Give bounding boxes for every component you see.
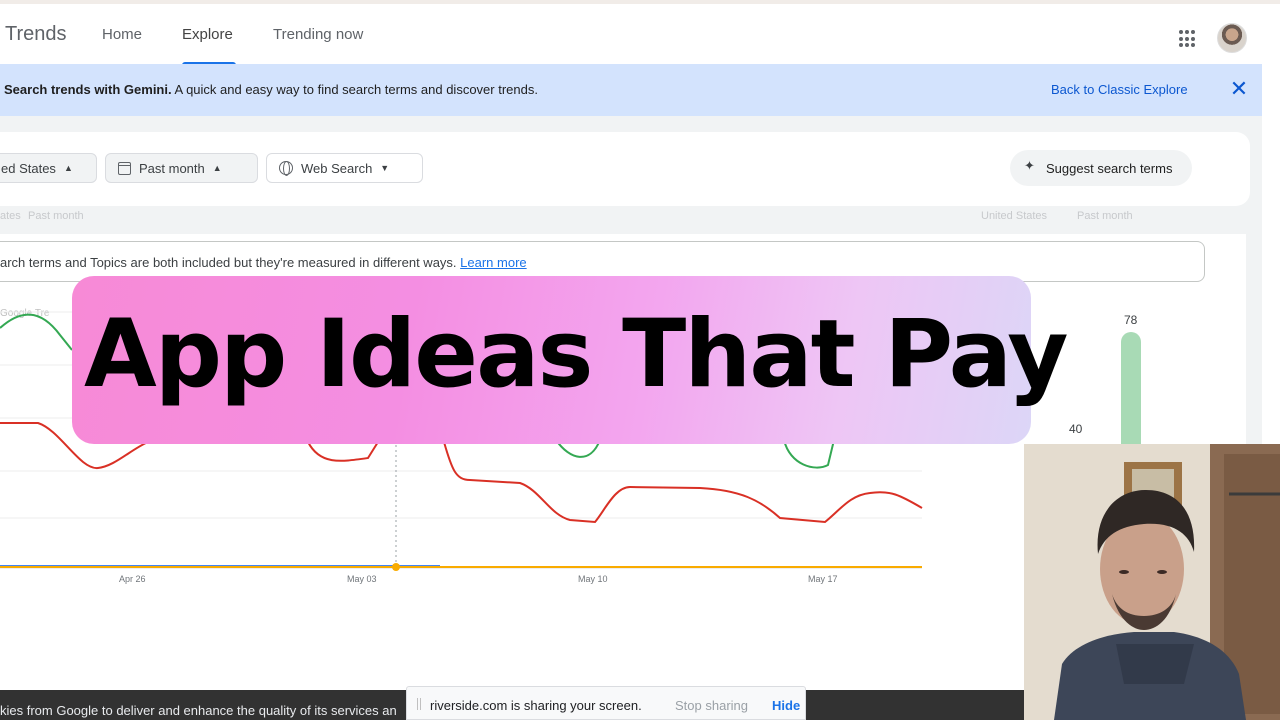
nav-trending-now[interactable]: Trending now	[273, 26, 363, 43]
nav-home[interactable]: Home	[102, 26, 142, 43]
learn-more-link[interactable]: Learn more	[460, 255, 526, 270]
average-bar-green	[1121, 332, 1141, 444]
series-yellow-point[interactable]	[392, 563, 400, 571]
brand-title: Trends	[5, 23, 67, 45]
bar-value-label: 40	[1069, 422, 1083, 436]
hide-button[interactable]: Hide	[772, 698, 800, 713]
region-label: ed States	[1, 160, 56, 176]
period-label: Past month	[139, 160, 205, 176]
nav-explore[interactable]: Explore	[182, 26, 233, 43]
bar-value-label: 78	[1124, 313, 1138, 327]
cookie-text: kies from Google to deliver and enhance …	[0, 703, 397, 718]
x-tick-label: May 17	[808, 574, 838, 584]
globe-icon	[279, 161, 293, 176]
series-red-line-mid	[307, 441, 379, 462]
x-tick-label: May 10	[578, 574, 608, 584]
spark-icon	[1024, 158, 1038, 175]
suggest-label: Suggest search terms	[1046, 160, 1173, 176]
faint-region-label: ates	[0, 210, 21, 222]
caret-up-icon: ▲	[212, 163, 222, 173]
property-select[interactable]: Web Search ▼	[266, 153, 423, 183]
screen-share-bar: riverside.com is sharing your screen. St…	[406, 686, 806, 720]
faint-region-label-right: United States	[981, 210, 1048, 222]
drag-handle-icon[interactable]	[417, 698, 421, 710]
account-avatar[interactable]	[1217, 23, 1247, 53]
faint-period-label-right: Past month	[1077, 210, 1133, 222]
banner-text: Search trends with Gemini. A quick and e…	[4, 82, 538, 97]
property-label: Web Search	[301, 160, 373, 176]
webcam-feed	[1024, 444, 1280, 720]
caret-down-icon: ▼	[380, 163, 390, 173]
filter-bar: ed States ▲ Past month ▲ Web Search ▼ Su…	[0, 132, 1250, 206]
faint-period-label: Past month	[28, 210, 84, 222]
region-select[interactable]: ed States ▲	[0, 153, 97, 183]
series-green-line	[0, 313, 73, 351]
app-header: Trends Home Explore Trending now	[0, 4, 1280, 65]
grid-apps-icon[interactable]	[1179, 30, 1197, 48]
share-status-text: riverside.com is sharing your screen.	[430, 698, 642, 713]
stop-sharing-button[interactable]: Stop sharing	[675, 698, 748, 713]
calendar-icon	[118, 161, 131, 175]
series-green-line-right	[783, 439, 835, 469]
x-tick-label: May 03	[347, 574, 377, 584]
webcam-image	[1024, 444, 1280, 720]
suggest-search-terms-button[interactable]: Suggest search terms	[1010, 150, 1193, 186]
gemini-banner: Search trends with Gemini. A quick and e…	[0, 64, 1262, 116]
back-to-classic-link[interactable]: Back to Classic Explore	[1051, 82, 1188, 97]
caret-up-icon: ▲	[63, 163, 73, 173]
notice-text: arch terms and Topics are both included …	[0, 255, 457, 270]
series-red-line-right	[443, 441, 923, 524]
close-icon[interactable]: ✕	[1229, 77, 1249, 101]
overlay-title: App Ideas That Pay	[84, 300, 1068, 409]
x-tick-label: Apr 26	[119, 574, 146, 584]
period-select[interactable]: Past month ▲	[105, 153, 258, 183]
